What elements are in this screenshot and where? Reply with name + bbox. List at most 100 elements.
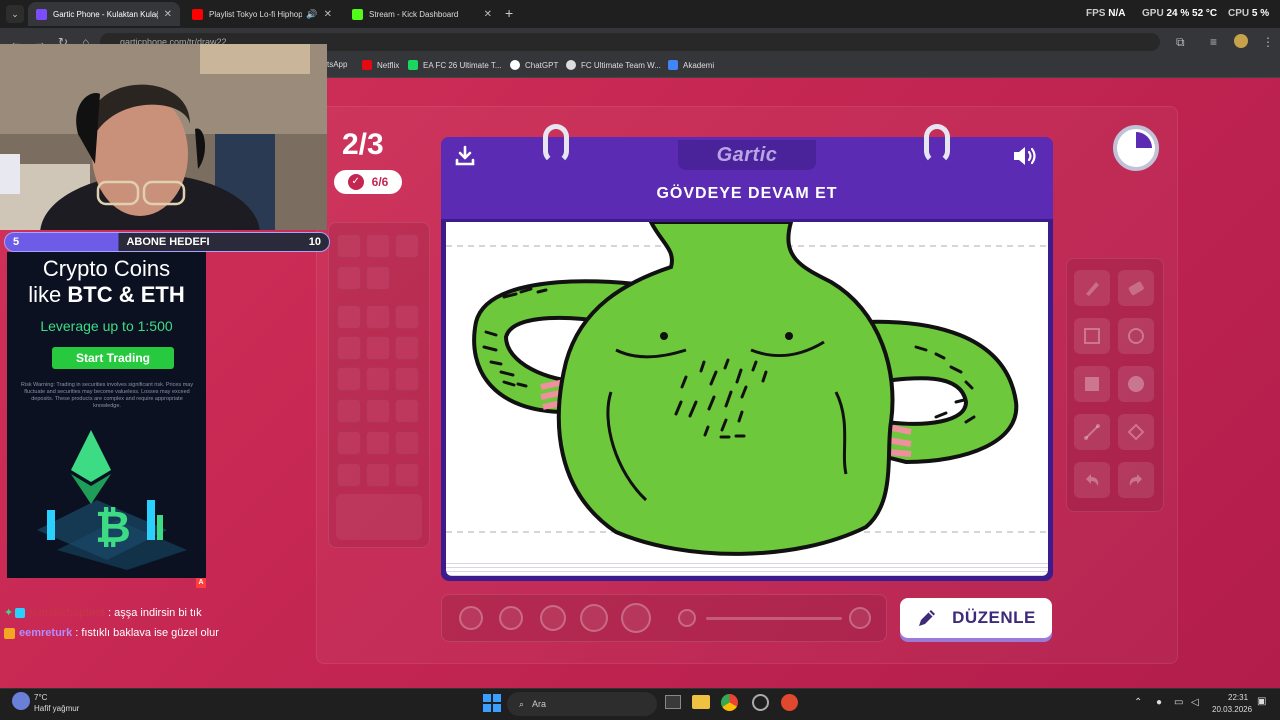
file-explorer-icon[interactable] [692, 695, 710, 709]
brush-size-5[interactable] [621, 603, 651, 633]
color-swatch[interactable] [395, 305, 419, 329]
pencil-tool-icon[interactable] [1074, 270, 1110, 306]
opacity-slider[interactable] [706, 617, 842, 620]
crypto-ad[interactable]: Crypto Coins like BTC & ETH Leverage up … [7, 252, 206, 578]
ellipse-tool-icon[interactable] [1118, 318, 1154, 354]
chrome-icon[interactable] [721, 694, 738, 711]
clock-date[interactable]: 20.03.2026 [1212, 705, 1252, 714]
bookmark-fc-ultimate[interactable]: FC Ultimate Team W... [566, 60, 661, 70]
color-swatch[interactable] [395, 367, 419, 391]
color-swatch[interactable] [366, 234, 390, 258]
color-swatch[interactable] [366, 336, 390, 360]
tab-search-button[interactable]: ⌄ [6, 5, 24, 23]
timer-pie-icon [1136, 132, 1152, 148]
color-swatch[interactable] [366, 305, 390, 329]
speaker-icon[interactable]: 🔊 [306, 9, 317, 20]
task-view-icon[interactable] [665, 695, 681, 709]
queue-icon[interactable]: ≡ [1210, 35, 1217, 49]
close-icon[interactable]: ✕ [164, 9, 172, 20]
bookmark-ea-fc[interactable]: EA FC 26 Ultimate T... [408, 60, 502, 70]
steam-icon[interactable] [752, 694, 769, 711]
menu-icon[interactable]: ⋮ [1262, 35, 1274, 49]
windows-start-icon[interactable] [483, 694, 501, 717]
badge-icon [15, 607, 26, 618]
new-tab-button[interactable]: + [505, 5, 513, 21]
color-swatch[interactable] [337, 431, 361, 455]
opacity-slider-handle[interactable] [849, 607, 871, 629]
youtube-favicon-icon [192, 8, 203, 20]
webcam-image [0, 44, 327, 230]
bookmark-netflix[interactable]: Netflix [362, 60, 399, 70]
color-swatch[interactable] [337, 399, 361, 423]
color-swatch[interactable] [337, 234, 361, 258]
rectangle-tool-icon[interactable] [1074, 318, 1110, 354]
color-swatch[interactable] [395, 234, 419, 258]
chatgpt-icon [510, 60, 520, 70]
players-done-count: 6/6 [371, 175, 389, 189]
bookmark-akademi[interactable]: Akademi [668, 60, 714, 70]
color-swatch[interactable] [366, 463, 390, 487]
redo-icon[interactable] [1118, 462, 1154, 498]
color-swatch[interactable] [337, 367, 361, 391]
ad-risk-warning: Risk Warning: Trading in securities invo… [20, 382, 194, 410]
edit-button[interactable]: DÜZENLE [900, 598, 1052, 638]
selected-color-preview[interactable] [336, 494, 422, 540]
extensions-icon[interactable]: ⧉ [1176, 35, 1185, 50]
start-trading-button[interactable]: Start Trading [52, 347, 174, 369]
fps-readout: FPS N/A [1086, 8, 1126, 19]
volume-icon[interactable] [1012, 145, 1040, 172]
color-swatch[interactable] [337, 266, 361, 290]
tab-kick[interactable]: Stream - Kick Dashboard ✕ [344, 2, 500, 26]
akademi-icon [668, 60, 678, 70]
undo-icon[interactable] [1074, 462, 1110, 498]
brush-size-4[interactable] [580, 604, 608, 632]
drawing-artwork [446, 222, 1048, 556]
chat-username[interactable]: eemreturk [19, 627, 72, 639]
color-swatch[interactable] [395, 336, 419, 360]
color-swatch[interactable] [337, 463, 361, 487]
color-swatch[interactable] [395, 399, 419, 423]
filled-ellipse-tool-icon[interactable] [1118, 366, 1154, 402]
eraser-tool-icon[interactable] [1118, 270, 1154, 306]
color-swatch[interactable] [366, 367, 390, 391]
tab-gartic[interactable]: Gartic Phone - Kulaktan Kulağa ✕ [28, 2, 180, 26]
color-swatch[interactable] [366, 266, 390, 290]
filled-rectangle-tool-icon[interactable] [1074, 366, 1110, 402]
gpu-readout: GPU 24 % 52 °C [1142, 8, 1218, 19]
color-swatch[interactable] [366, 431, 390, 455]
download-icon[interactable] [454, 145, 476, 172]
ad-leverage-text: Leverage up to 1:500 [40, 318, 173, 334]
brush-size-2[interactable] [499, 606, 523, 630]
clock-time[interactable]: 22:31 [1228, 693, 1248, 702]
bookmark-whatsapp[interactable]: tsApp [327, 60, 347, 69]
game-launcher-icon[interactable] [781, 694, 798, 711]
taskbar-search[interactable]: ⌕ Ara [507, 692, 657, 716]
drawing-canvas[interactable] [446, 222, 1048, 566]
close-icon[interactable]: ✕ [324, 9, 332, 20]
profile-avatar[interactable] [1234, 34, 1248, 48]
tray-expand-icon[interactable]: ⌃ [1134, 697, 1142, 708]
brush-size-1[interactable] [459, 606, 483, 630]
color-swatch[interactable] [395, 463, 419, 487]
network-icon[interactable]: ▭ [1174, 697, 1183, 708]
fill-bucket-tool-icon[interactable] [1118, 414, 1154, 450]
close-icon[interactable]: ✕ [484, 9, 492, 20]
brush-size-3[interactable] [540, 605, 566, 631]
tab-youtube[interactable]: Playlist Tokyo Lo-fi Hiphop 🔊 ✕ [184, 2, 340, 26]
microphone-icon[interactable]: ● [1156, 697, 1162, 708]
color-swatch[interactable] [395, 431, 419, 455]
notifications-icon[interactable]: ▣ [1257, 696, 1266, 707]
chat-text: : aşşa indirsin bi tık [108, 606, 202, 619]
chat-username[interactable]: ismailchaplin9 [29, 607, 105, 619]
goal-target: 10 [308, 236, 321, 248]
book-ring-right [924, 124, 950, 164]
weather-icon[interactable] [12, 692, 30, 710]
volume-tray-icon[interactable]: ◁ [1191, 697, 1199, 708]
line-tool-icon[interactable] [1074, 414, 1110, 450]
edit-button-label: DÜZENLE [952, 608, 1036, 627]
color-swatch[interactable] [337, 336, 361, 360]
bookmark-chatgpt[interactable]: ChatGPT [510, 60, 558, 70]
tab-label: Gartic Phone - Kulaktan Kulağa [53, 9, 158, 19]
color-swatch[interactable] [337, 305, 361, 329]
color-swatch[interactable] [366, 399, 390, 423]
